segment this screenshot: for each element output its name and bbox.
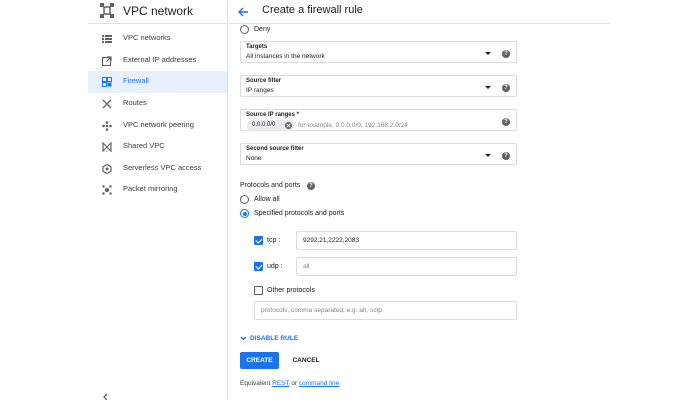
tcp-label: tcp : (267, 237, 281, 244)
firewall-icon (102, 77, 112, 87)
deny-radio[interactable] (240, 25, 249, 34)
second-source-filter-select[interactable]: Second source filter None ? (240, 143, 517, 165)
collapse-sidebar-icon[interactable] (102, 393, 110, 400)
page-header: Create a firewall rule (229, 0, 610, 24)
sidebar-item-label: Serverless VPC access (123, 163, 202, 172)
help-icon[interactable]: ? (307, 182, 315, 190)
command-line-link[interactable]: command line (299, 380, 339, 387)
deny-label: Deny (254, 26, 271, 33)
specified-protocols-label: Specified protocols and ports (254, 210, 345, 217)
udp-label: udp : (267, 263, 283, 270)
protocols-and-ports-title: Protocols and ports (240, 182, 301, 189)
tcp-checkbox[interactable] (254, 236, 263, 245)
sidebar-item-shared-vpc[interactable]: Shared VPC (88, 136, 227, 158)
remove-chip-icon[interactable] (285, 122, 292, 129)
udp-checkbox[interactable] (254, 262, 263, 271)
rest-link[interactable]: REST (272, 380, 289, 387)
peering-icon (102, 121, 112, 131)
allow-all-radio[interactable] (240, 195, 249, 204)
allow-all-label: Allow all (254, 196, 280, 203)
source-filter-select[interactable]: Source filter IP ranges ? (240, 75, 517, 97)
source-ip-ranges-field[interactable]: Source IP ranges * 0.0.0.0/0 ? (240, 109, 517, 131)
sidebar-item-label: VPC networks (123, 33, 171, 42)
sidebar-item-label: Routes (123, 98, 147, 107)
routes-icon (102, 99, 112, 109)
targets-select[interactable]: Targets All instances in the network ? (240, 41, 517, 63)
help-icon[interactable]: ? (502, 50, 510, 58)
vpc-network-product-icon (100, 3, 114, 18)
help-icon[interactable]: ? (502, 118, 510, 126)
second-source-filter-label: Second source filter (246, 146, 304, 152)
sidebar-item-label: Firewall (123, 76, 149, 85)
specified-protocols-radio[interactable] (240, 209, 249, 218)
source-ip-ranges-label: Source IP ranges * (246, 112, 299, 118)
dropdown-arrow-icon[interactable] (485, 52, 491, 55)
dropdown-arrow-icon[interactable] (485, 154, 491, 157)
targets-value: All instances in the network (246, 53, 325, 60)
ip-range-chip: 0.0.0.0/0 (247, 120, 294, 131)
page-title: Create a firewall rule (262, 4, 363, 16)
sidebar-item-label: VPC network peering (123, 120, 194, 129)
help-icon[interactable]: ? (502, 152, 510, 160)
second-source-filter-value: None (246, 155, 262, 162)
sidebar-item-label: External IP addresses (123, 55, 197, 64)
sidebar-item-vpc-network-peering[interactable]: VPC network peering (88, 115, 227, 137)
sidebar: VPC network VPC networks External IP add… (88, 0, 228, 400)
sidebar-item-routes[interactable]: Routes (88, 93, 227, 115)
sidebar-item-vpc-networks[interactable]: VPC networks (88, 28, 227, 50)
sidebar-item-label: Shared VPC (123, 141, 165, 150)
external-ip-icon (102, 56, 112, 66)
vpc-networks-icon (102, 35, 112, 43)
equivalent-prefix: Equivalent (240, 380, 271, 387)
product-title: VPC network (123, 4, 194, 18)
chevron-down-icon (240, 336, 247, 341)
source-filter-label: Source filter (246, 78, 282, 84)
back-arrow-icon[interactable] (237, 6, 249, 18)
sidebar-item-external-ip-addresses[interactable]: External IP addresses (88, 50, 227, 72)
sidebar-item-serverless-vpc-access[interactable]: Serverless VPC access (88, 158, 227, 180)
serverless-icon (102, 164, 112, 174)
equivalent-links: Equivalent REST or command line (240, 380, 339, 387)
sidebar-header: VPC network (88, 0, 228, 24)
cancel-button[interactable]: CANCEL (287, 352, 325, 369)
dropdown-arrow-icon[interactable] (485, 86, 491, 89)
packet-mirroring-icon (102, 185, 112, 195)
source-ip-ranges-input[interactable] (298, 119, 478, 131)
other-protocols-checkbox[interactable] (254, 286, 263, 295)
udp-ports-input[interactable] (296, 257, 517, 276)
equivalent-or: or (291, 380, 297, 387)
create-button[interactable]: CREATE (240, 352, 279, 369)
sidebar-item-label: Packet mirroring (123, 184, 178, 193)
source-filter-value: IP ranges (246, 87, 274, 94)
help-icon[interactable]: ? (502, 84, 510, 92)
sidebar-item-firewall[interactable]: Firewall (88, 71, 227, 93)
sidebar-item-packet-mirroring[interactable]: Packet mirroring (88, 179, 227, 201)
targets-label: Targets (246, 44, 268, 50)
tcp-ports-input[interactable] (296, 231, 517, 250)
shared-vpc-icon (102, 142, 112, 152)
disable-rule-label: DISABLE RULE (250, 335, 299, 342)
other-protocols-input[interactable] (254, 301, 517, 320)
other-protocols-label: Other protocols (267, 287, 315, 294)
ip-range-chip-text: 0.0.0.0/0 (252, 122, 276, 128)
